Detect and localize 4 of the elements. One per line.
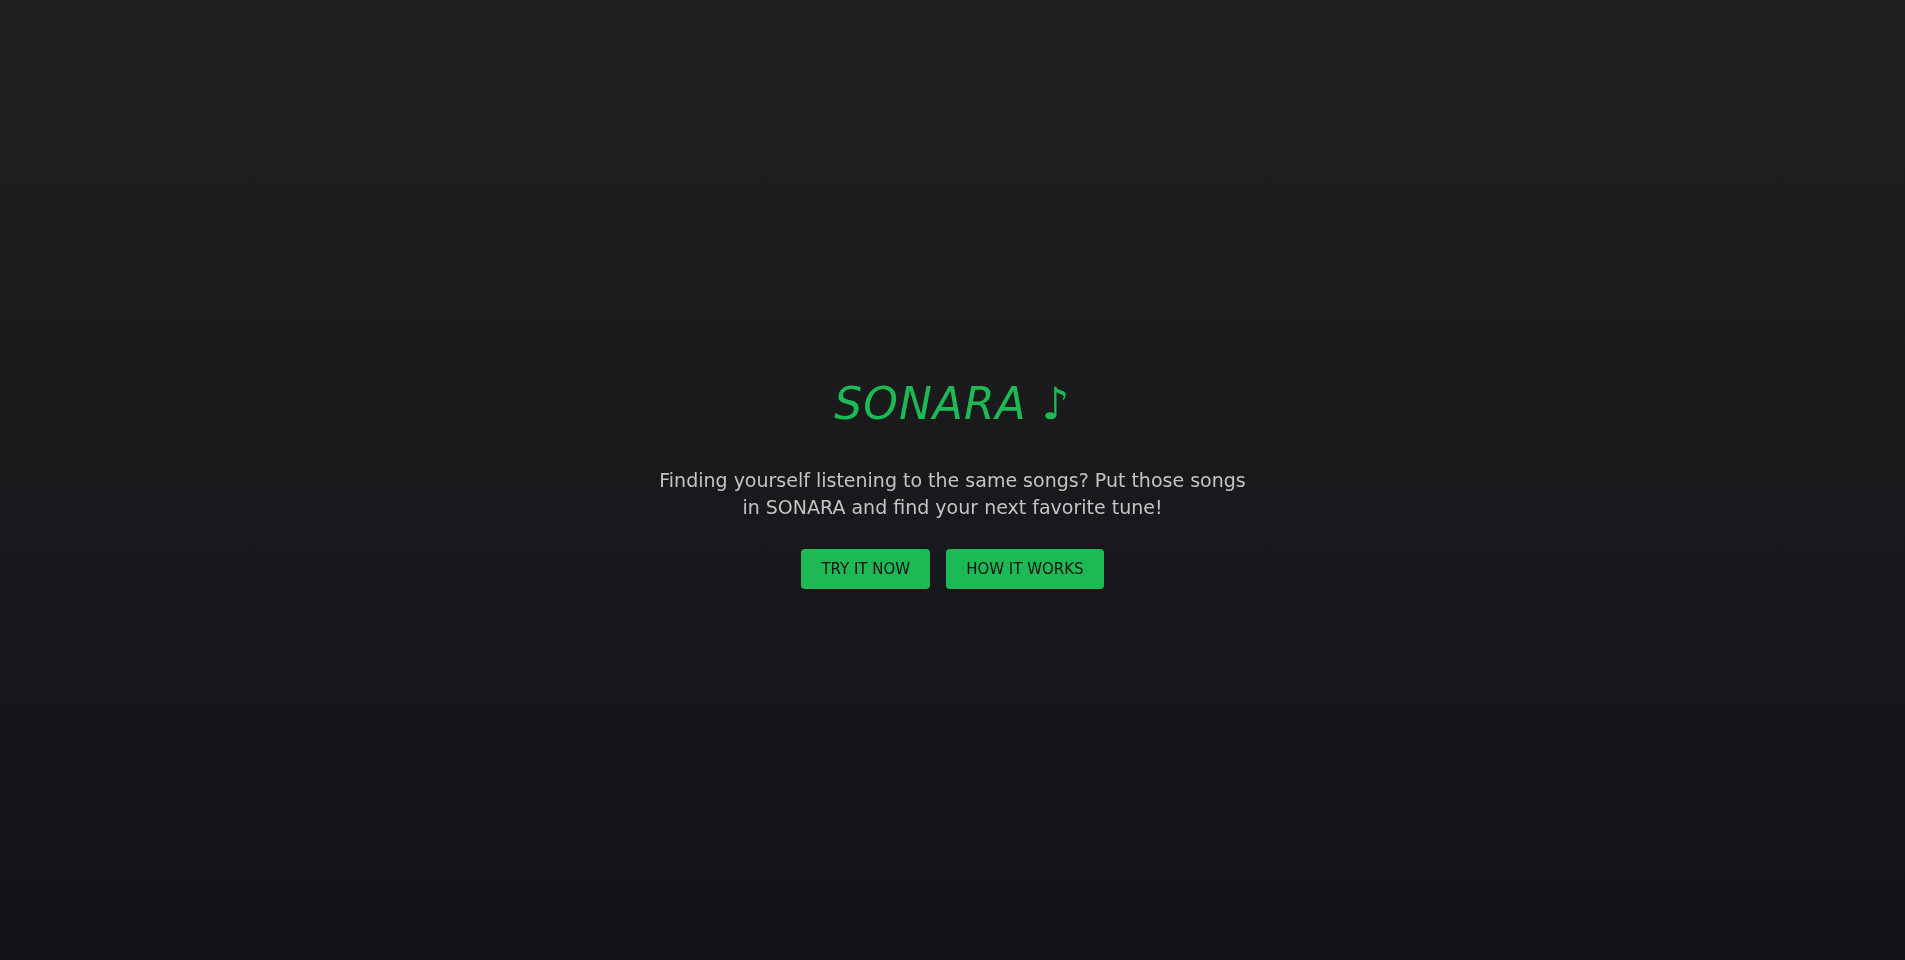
- logo-title: SONARA ♪: [834, 376, 1071, 431]
- try-button[interactable]: TRY IT NOW: [801, 548, 931, 590]
- tagline: Finding yourself listening to the same songs? Put those songs in SONARA and find your next favorite tune!: [658, 467, 1247, 520]
- info-button[interactable]: HOW IT WORKS: [946, 548, 1104, 590]
